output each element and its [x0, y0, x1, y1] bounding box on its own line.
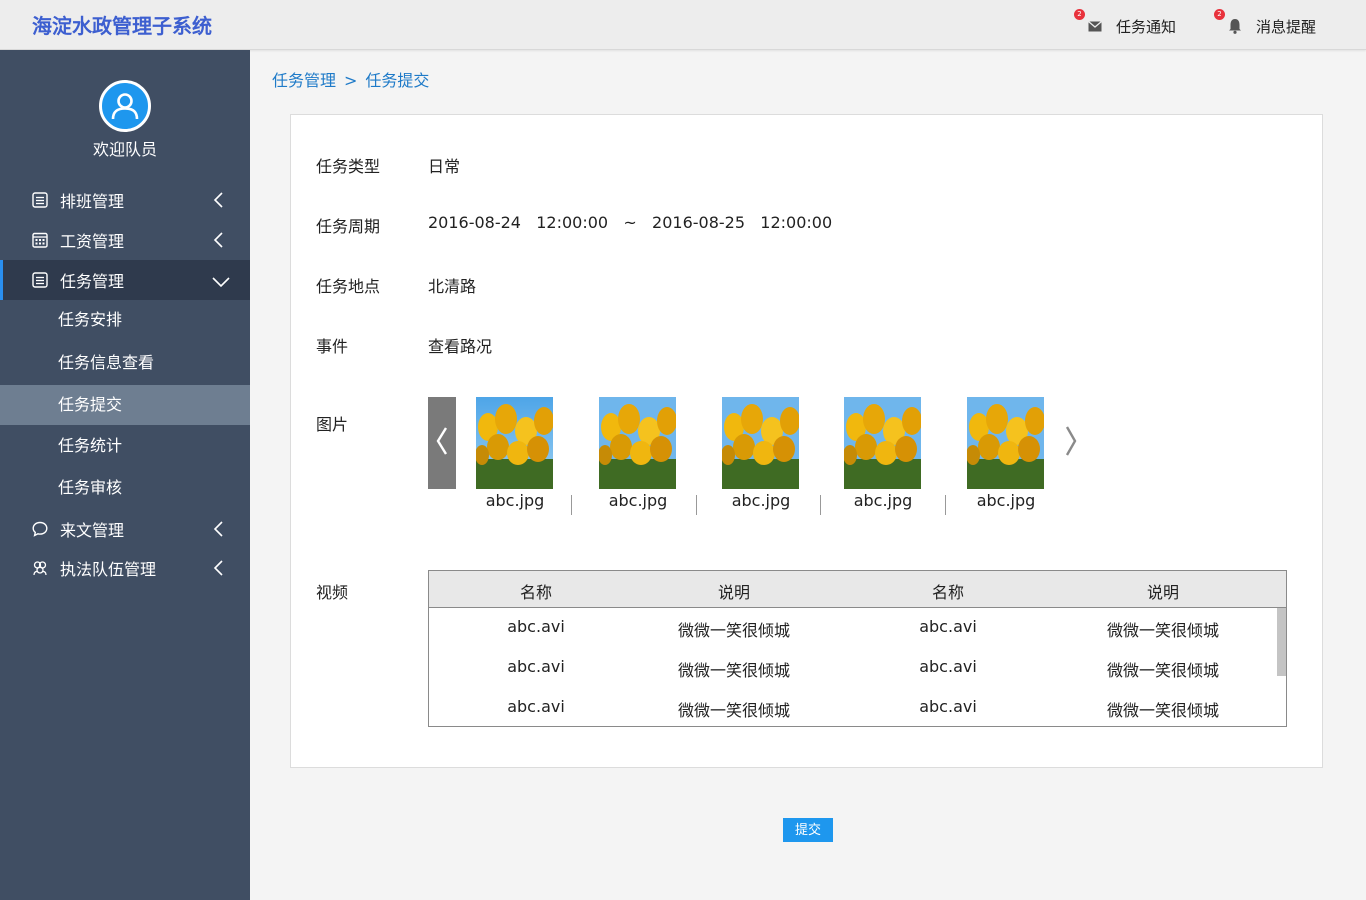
sidebar-item-schedule[interactable]: 排班管理 [0, 180, 250, 220]
video-desc-cell: 微微一笑很倾城 [1106, 701, 1219, 720]
column-header: 名称 [931, 583, 964, 602]
video-label: 视频 [316, 583, 349, 602]
caption-divider [696, 495, 697, 515]
image-caption: abc.jpg [853, 491, 913, 510]
video-desc-cell: 微微一笑很倾城 [1106, 661, 1219, 680]
sidebar-item-label: 来文管理 [60, 521, 125, 540]
top-header: 海淀水政管理子系统 2 任务通知 2 消息提醒 [0, 0, 1366, 50]
chevron-down-icon [212, 273, 230, 289]
team-icon [31, 559, 49, 577]
user-avatar-icon[interactable] [99, 80, 151, 132]
sidebar-item-team[interactable]: 执法队伍管理 [0, 548, 250, 588]
column-header: 名称 [519, 583, 552, 602]
sidebar-subitem-review[interactable]: 任务审核 [0, 468, 250, 508]
sidebar-subitem-arrange[interactable]: 任务安排 [0, 300, 250, 340]
sidebar: 欢迎队员 排班管理 工资管理 任务管理 任务安排 任务信息查看 任务提交 任务统… [0, 50, 250, 900]
breadcrumb-separator: > [344, 71, 358, 90]
video-desc-cell: 微微一笑很倾城 [677, 701, 790, 720]
sidebar-item-label: 工资管理 [60, 232, 125, 251]
task-type-value: 日常 [428, 157, 461, 176]
breadcrumb-current[interactable]: 任务提交 [365, 71, 429, 90]
image-thumbnail[interactable] [966, 397, 1045, 489]
task-period-value: 2016-08-24 12:00:00 ~ 2016-08-25 12:00:0… [428, 213, 833, 232]
image-caption: abc.jpg [976, 491, 1036, 510]
column-header: 说明 [717, 583, 750, 602]
sidebar-item-label: 排班管理 [60, 192, 125, 211]
image-thumbnail[interactable] [843, 397, 922, 489]
sidebar-item-label: 任务管理 [60, 272, 125, 291]
submit-button[interactable]: 提交 [783, 818, 833, 842]
chevron-left-icon [212, 192, 226, 208]
task-detail-panel: 任务类型 日常 任务周期 2016-08-24 12:00:00 ~ 2016-… [290, 114, 1323, 768]
video-name-cell: abc.avi [507, 697, 565, 716]
remind-label: 消息提醒 [1256, 17, 1317, 36]
sidebar-item-label: 执法队伍管理 [60, 560, 157, 579]
sidebar-item-task[interactable]: 任务管理 [0, 260, 250, 300]
video-name-cell: abc.avi [507, 657, 565, 676]
chevron-left-icon [212, 232, 226, 248]
sidebar-subitem-info[interactable]: 任务信息查看 [0, 343, 250, 383]
sidebar-item-salary[interactable]: 工资管理 [0, 220, 250, 260]
chevron-left-icon [212, 521, 226, 537]
video-name-cell: abc.avi [919, 697, 977, 716]
notify-label: 任务通知 [1116, 17, 1177, 36]
app-title: 海淀水政管理子系统 [32, 14, 212, 38]
sidebar-subitem-submit[interactable]: 任务提交 [0, 385, 250, 425]
chevron-right-icon [1064, 425, 1078, 461]
list-icon [31, 271, 49, 289]
image-thumbnail[interactable] [475, 397, 554, 489]
chevron-left-icon [212, 560, 226, 576]
event-label: 事件 [316, 337, 349, 356]
video-name-cell: abc.avi [507, 617, 565, 636]
gallery-next-button[interactable] [1059, 425, 1083, 461]
image-caption: abc.jpg [731, 491, 791, 510]
video-table-header: 名称 说明 名称 说明 [429, 571, 1286, 608]
gallery-prev-button[interactable] [428, 397, 456, 489]
video-name-cell: abc.avi [919, 657, 977, 676]
calendar-icon [31, 231, 49, 249]
welcome-text: 欢迎队员 [92, 140, 157, 159]
list-icon [31, 191, 49, 209]
images-label: 图片 [316, 415, 349, 434]
image-thumbnail[interactable] [598, 397, 677, 489]
video-table: 名称 说明 名称 说明 abc.avi 微微一笑很倾城 abc.avi 微微一笑… [428, 570, 1287, 727]
notify-badge: 2 [1074, 9, 1085, 20]
bell-icon: 2 [1214, 9, 1246, 37]
chevron-left-icon [435, 426, 449, 460]
sidebar-item-documents[interactable]: 来文管理 [0, 509, 250, 549]
breadcrumb-parent[interactable]: 任务管理 [272, 71, 336, 90]
caption-divider [945, 495, 946, 515]
breadcrumb: 任务管理 > 任务提交 [272, 67, 429, 91]
chat-icon [31, 520, 49, 538]
message-remind-button[interactable]: 2 消息提醒 [1214, 9, 1317, 38]
task-period-label: 任务周期 [316, 217, 381, 236]
remind-badge: 2 [1214, 9, 1225, 20]
mail-icon: 2 [1074, 9, 1106, 37]
task-type-label: 任务类型 [316, 157, 381, 176]
column-header: 说明 [1146, 583, 1179, 602]
video-desc-cell: 微微一笑很倾城 [1106, 621, 1219, 640]
task-place-label: 任务地点 [316, 277, 381, 296]
video-desc-cell: 微微一笑很倾城 [677, 621, 790, 640]
caption-divider [820, 495, 821, 515]
caption-divider [571, 495, 572, 515]
sidebar-subitem-stats[interactable]: 任务统计 [0, 426, 250, 466]
video-desc-cell: 微微一笑很倾城 [677, 661, 790, 680]
video-name-cell: abc.avi [919, 617, 977, 636]
image-caption: abc.jpg [608, 491, 668, 510]
image-thumbnail[interactable] [721, 397, 800, 489]
image-caption: abc.jpg [485, 491, 545, 510]
task-place-value: 北清路 [428, 277, 477, 296]
event-value: 查看路况 [428, 337, 493, 356]
table-scrollbar[interactable] [1277, 608, 1286, 676]
task-notify-button[interactable]: 2 任务通知 [1074, 9, 1177, 38]
